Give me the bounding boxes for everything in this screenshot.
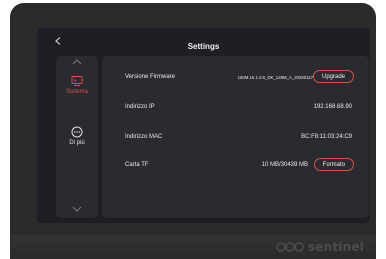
- sidebar-item-label: Di più: [69, 140, 85, 146]
- ip-label: Indirizzo IP: [125, 104, 155, 110]
- upgrade-button[interactable]: Upgrade: [312, 70, 354, 83]
- device-bezel-bottom: sentinel: [10, 235, 376, 259]
- brand-mark-icon: [275, 242, 304, 252]
- mac-label: Indirizzo MAC: [125, 134, 163, 140]
- mac-row: Indirizzo MAC BC:F8:11:03:24:C9: [102, 128, 369, 148]
- brand-logo: sentinel: [275, 240, 364, 254]
- settings-screen: Settings Sistema Di più Versione Firmwar…: [37, 28, 370, 223]
- more-icon: [71, 126, 83, 138]
- format-button[interactable]: Formato: [313, 158, 354, 171]
- ip-row: Indirizzo IP 192.168.68.90: [102, 98, 369, 118]
- system-icon: [71, 76, 83, 86]
- mac-value: BC:F8:11:03:24:C9: [301, 134, 352, 140]
- scroll-down-button[interactable]: [56, 204, 98, 214]
- scroll-up-button[interactable]: [56, 57, 98, 67]
- firmware-label: Versione Firmware: [125, 74, 176, 80]
- brand-text: sentinel: [307, 240, 364, 254]
- sd-card-usage: 10 MB/30439 MB: [261, 162, 308, 168]
- ip-value: 192.168.68.90: [313, 104, 352, 110]
- sd-card-label: Carta TF: [125, 162, 149, 168]
- sidebar-item-di-piu[interactable]: Di più: [56, 126, 98, 146]
- firmware-version: 160M.16.1.0.6_DK_128M_A_20250117: [237, 75, 313, 80]
- chevron-up-icon: [72, 59, 82, 65]
- chevron-down-icon: [72, 206, 82, 212]
- page-title: Settings: [187, 42, 220, 51]
- sd-card-row: Carta TF 10 MB/30439 MB Formato: [102, 156, 369, 176]
- sidebar: Sistema Di più: [56, 56, 98, 218]
- sidebar-item-sistema[interactable]: Sistema: [56, 75, 98, 95]
- firmware-row: Versione Firmware 160M.16.1.0.6_DK_128M_…: [102, 68, 369, 88]
- settings-panel: Versione Firmware 160M.16.1.0.6_DK_128M_…: [102, 56, 369, 218]
- sidebar-item-label: Sistema: [66, 89, 88, 95]
- device-frame: Settings Sistema Di più Versione Firmwar…: [10, 3, 376, 259]
